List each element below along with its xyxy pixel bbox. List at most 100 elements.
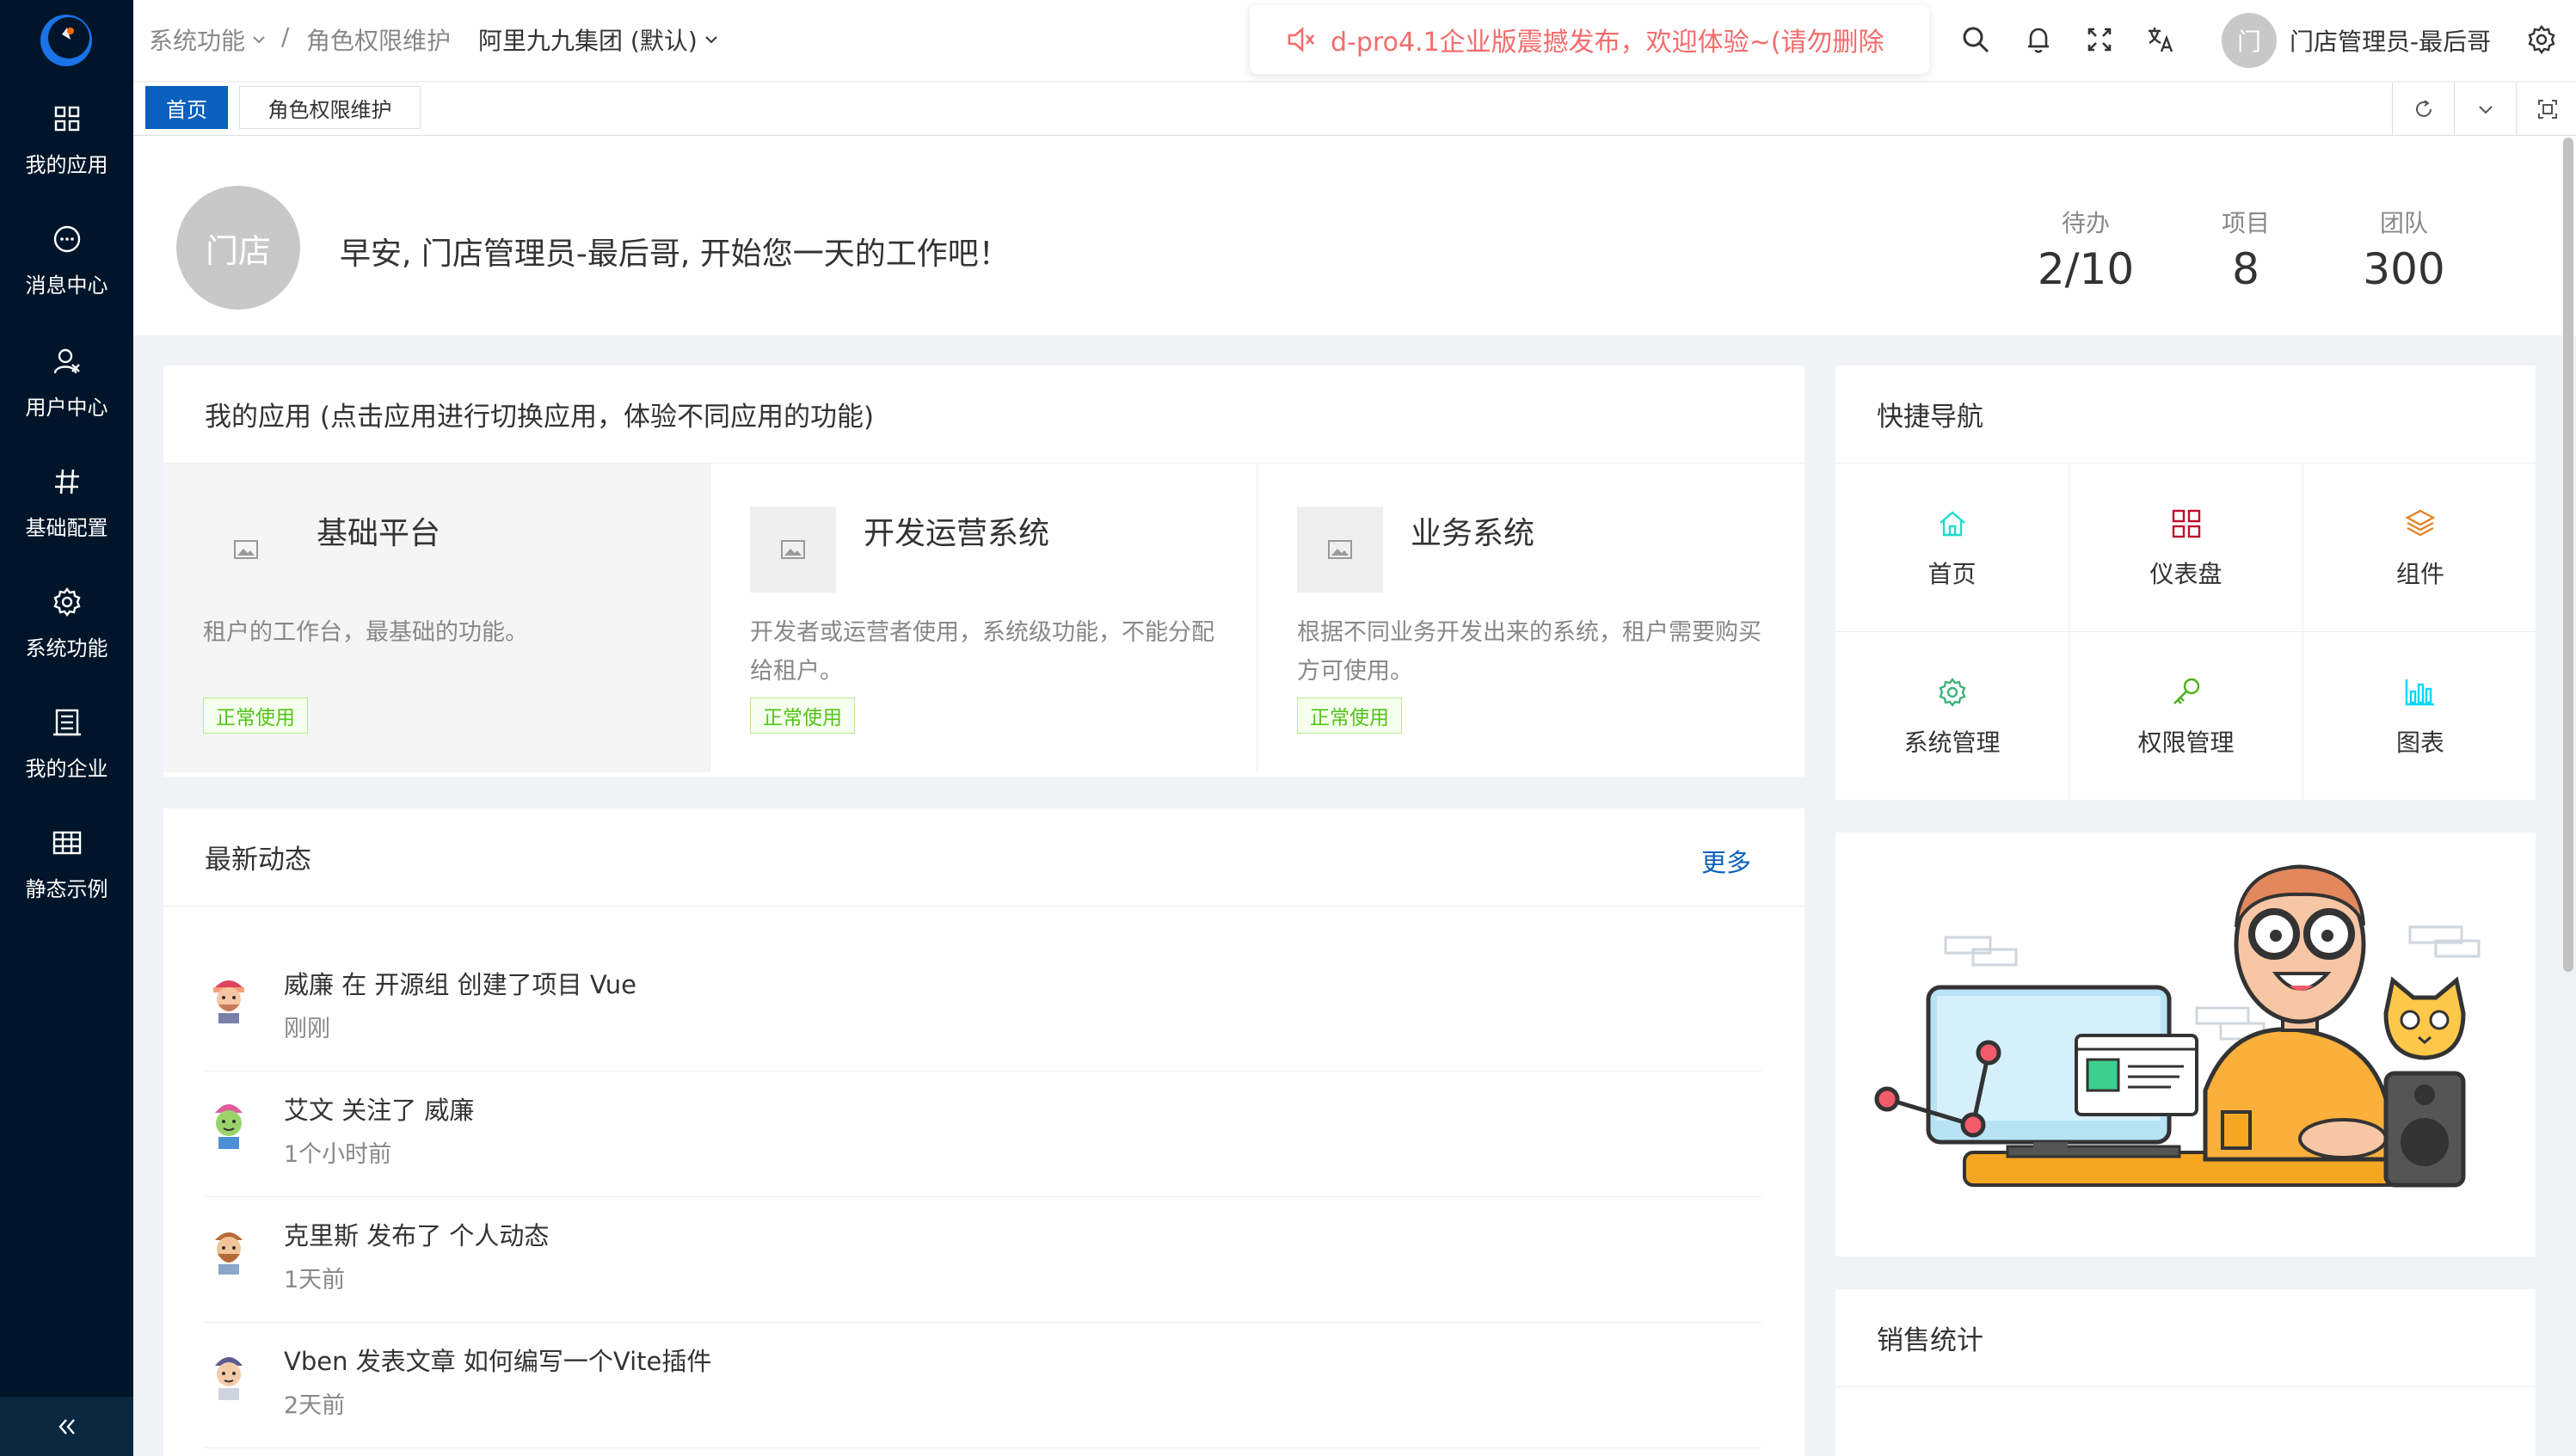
activity-time: 1天前 <box>284 1267 346 1293</box>
activity-text: Vben 发表文章 如何编写一个Vite插件 <box>284 1347 712 1376</box>
tab-refresh-button[interactable] <box>2392 83 2454 136</box>
quick-nav-label: 图表 <box>2395 728 2444 757</box>
stat-label: 待办 <box>2061 209 2110 237</box>
activity-text: 艾文 关注了 威廉 <box>284 1096 475 1125</box>
quick-nav-title: 快捷导航 <box>1835 366 2536 464</box>
user-avatar-icon <box>215 1104 243 1149</box>
greeting-panel: 门店 早安, 门店管理员-最后哥, 开始您一天的工作吧！ 待办 2/10 项目 … <box>133 136 2576 335</box>
quick-nav-components[interactable]: 组件 <box>2303 464 2537 632</box>
sidebar-item-system[interactable]: 系统功能 <box>0 578 133 673</box>
app-name: 业务系统 <box>1411 516 1535 551</box>
stat-value: 2/10 <box>2037 244 2135 294</box>
app-logo[interactable] <box>36 10 96 71</box>
quick-nav-label: 系统管理 <box>1903 728 2001 757</box>
activity-title: 最新动态 <box>163 808 1804 906</box>
table-icon <box>52 831 81 855</box>
notice-bar[interactable]: d-pro4.1企业版震撼发布，欢迎体验~(请勿删除 <box>1250 5 1929 74</box>
fullscreen-icon[interactable] <box>2082 22 2117 57</box>
breadcrumb-role-permission[interactable]: 角色权限维护 <box>306 22 451 57</box>
double-chevron-left-icon <box>58 1418 75 1434</box>
image-placeholder-icon <box>1297 507 1383 593</box>
bell-icon[interactable] <box>2021 22 2056 57</box>
sidebar-collapse-button[interactable] <box>0 1397 133 1456</box>
setting-icon <box>1938 678 1966 707</box>
breadcrumb-label: 系统功能 <box>149 27 246 55</box>
quick-nav-dashboard[interactable]: 仪表盘 <box>2069 464 2303 632</box>
sidebar-item-label: 用户中心 <box>25 396 108 420</box>
more-link[interactable]: 更多 <box>1701 843 1751 879</box>
list-item: 克里斯 发布了 个人动态 1天前 <box>205 1197 1761 1323</box>
breadcrumb-system[interactable]: 系统功能 <box>149 22 267 57</box>
activity-text: 威廉 在 开源组 创建了项目 Vue <box>284 970 636 999</box>
quick-nav-label: 权限管理 <box>2137 728 2235 757</box>
chevron-down-icon <box>2478 106 2493 114</box>
sidebar-item-messages[interactable]: 消息中心 <box>0 215 133 310</box>
image-placeholder-icon <box>203 507 289 593</box>
app-item-business[interactable]: 业务系统 根据不同业务开发出来的系统，租户需要购买方可使用。 正常使用 <box>1257 464 1804 772</box>
user-avatar-icon <box>213 980 244 1023</box>
image-placeholder-icon <box>750 507 836 593</box>
sidebar-item-label: 系统功能 <box>25 636 108 660</box>
dashboard-icon <box>2172 509 2200 538</box>
translate-icon[interactable] <box>2143 22 2178 57</box>
home-icon <box>1939 510 1965 536</box>
page-scrollbar[interactable] <box>2563 138 2573 972</box>
top-header: 系统功能 / 角色权限维护 阿里九九集团 (默认) d-pro4.1企业版震撼发… <box>133 0 2576 82</box>
notice-text: d-pro4.1企业版震撼发布，欢迎体验~(请勿删除 <box>1331 28 1884 58</box>
tab-dropdown-button[interactable] <box>2454 83 2516 136</box>
tab-home[interactable]: 首页 <box>145 86 228 129</box>
hash-icon <box>54 469 79 495</box>
my-apps-title: 我的应用 (点击应用进行切换应用，体验不同应用的功能) <box>163 366 1804 464</box>
quick-nav-label: 首页 <box>1927 559 1977 588</box>
settings-icon[interactable] <box>2524 22 2559 57</box>
activity-text: 克里斯 发布了 个人动态 <box>284 1221 550 1250</box>
developer-illustration <box>1874 864 2481 1188</box>
user-name[interactable]: 门店管理员-最后哥 <box>2290 23 2491 58</box>
quick-nav-label: 组件 <box>2395 559 2444 588</box>
app-item-devops[interactable]: 开发运营系统 开发者或运营者使用，系统级功能，不能分配给租户。 正常使用 <box>710 464 1257 772</box>
quick-nav-system[interactable]: 系统管理 <box>1835 632 2069 801</box>
sidebar-item-label: 消息中心 <box>25 273 108 298</box>
activity-time: 2天前 <box>284 1392 346 1419</box>
sidebar-item-enterprise[interactable]: 我的企业 <box>0 698 133 793</box>
chevron-down-icon <box>705 36 717 44</box>
sidebar: 我的应用 消息中心 用户中心 基础配置 系统功能 我的企业 静态示例 <box>0 0 133 1456</box>
key-icon <box>2173 678 2199 704</box>
tab-fullscreen-button[interactable] <box>2516 83 2576 136</box>
enterprise-icon <box>52 709 81 736</box>
sales-title: 销售统计 <box>1835 1289 2536 1387</box>
quick-nav-home[interactable]: 首页 <box>1835 464 2069 632</box>
app-item-base-platform[interactable]: 基础平台 租户的工作台，最基础的功能。 正常使用 <box>163 464 710 772</box>
stat-projects: 项目 8 <box>2177 205 2315 294</box>
list-item: 威廉 在 开源组 创建了项目 Vue 刚刚 <box>205 946 1761 1072</box>
quick-nav-card: 快捷导航 首页 仪表盘 组件 系统管理 权限管理 图表 <box>1835 366 2537 801</box>
quick-nav-permission[interactable]: 权限管理 <box>2069 632 2303 801</box>
sidebar-item-label: 我的应用 <box>25 153 108 177</box>
message-icon <box>53 225 80 253</box>
sales-card: 销售统计 <box>1835 1289 2536 1456</box>
greeting-avatar: 门店 <box>176 186 300 310</box>
org-selector[interactable]: 阿里九九集团 (默认) <box>478 22 720 57</box>
user-avatar[interactable]: 门 <box>2222 13 2277 68</box>
list-item: Vben 发表文章 如何编写一个Vite插件 2天前 <box>205 1323 1761 1448</box>
sidebar-item-static-examples[interactable]: 静态示例 <box>0 819 133 913</box>
list-item: 艾文 关注了 威廉 1个小时前 <box>205 1072 1761 1197</box>
quick-nav-label: 仪表盘 <box>2149 559 2222 588</box>
stat-label: 项目 <box>2221 209 2270 237</box>
stat-label: 团队 <box>2379 209 2428 237</box>
breadcrumb-separator: / <box>281 22 290 51</box>
activity-card: 最新动态 更多 威廉 在 开源组 创建了项目 Vue 刚刚 艾文 关注了 威廉 … <box>163 808 1804 1456</box>
sidebar-item-user-center[interactable]: 用户中心 <box>0 337 133 432</box>
sidebar-item-my-apps[interactable]: 我的应用 <box>0 95 133 189</box>
app-desc: 开发者或运营者使用，系统级功能，不能分配给租户。 <box>750 619 1214 685</box>
layers-icon <box>2405 509 2436 536</box>
stat-team: 团队 300 <box>2335 205 2473 294</box>
apps-grid-icon <box>54 106 79 132</box>
user-center-icon <box>53 348 80 374</box>
sidebar-item-base-config[interactable]: 基础配置 <box>0 458 133 552</box>
activity-time: 刚刚 <box>284 1016 330 1042</box>
search-icon[interactable] <box>1958 22 1993 57</box>
tab-role-permission[interactable]: 角色权限维护 <box>239 86 421 129</box>
activity-time: 1个小时前 <box>284 1141 392 1168</box>
quick-nav-chart[interactable]: 图表 <box>2303 632 2537 801</box>
